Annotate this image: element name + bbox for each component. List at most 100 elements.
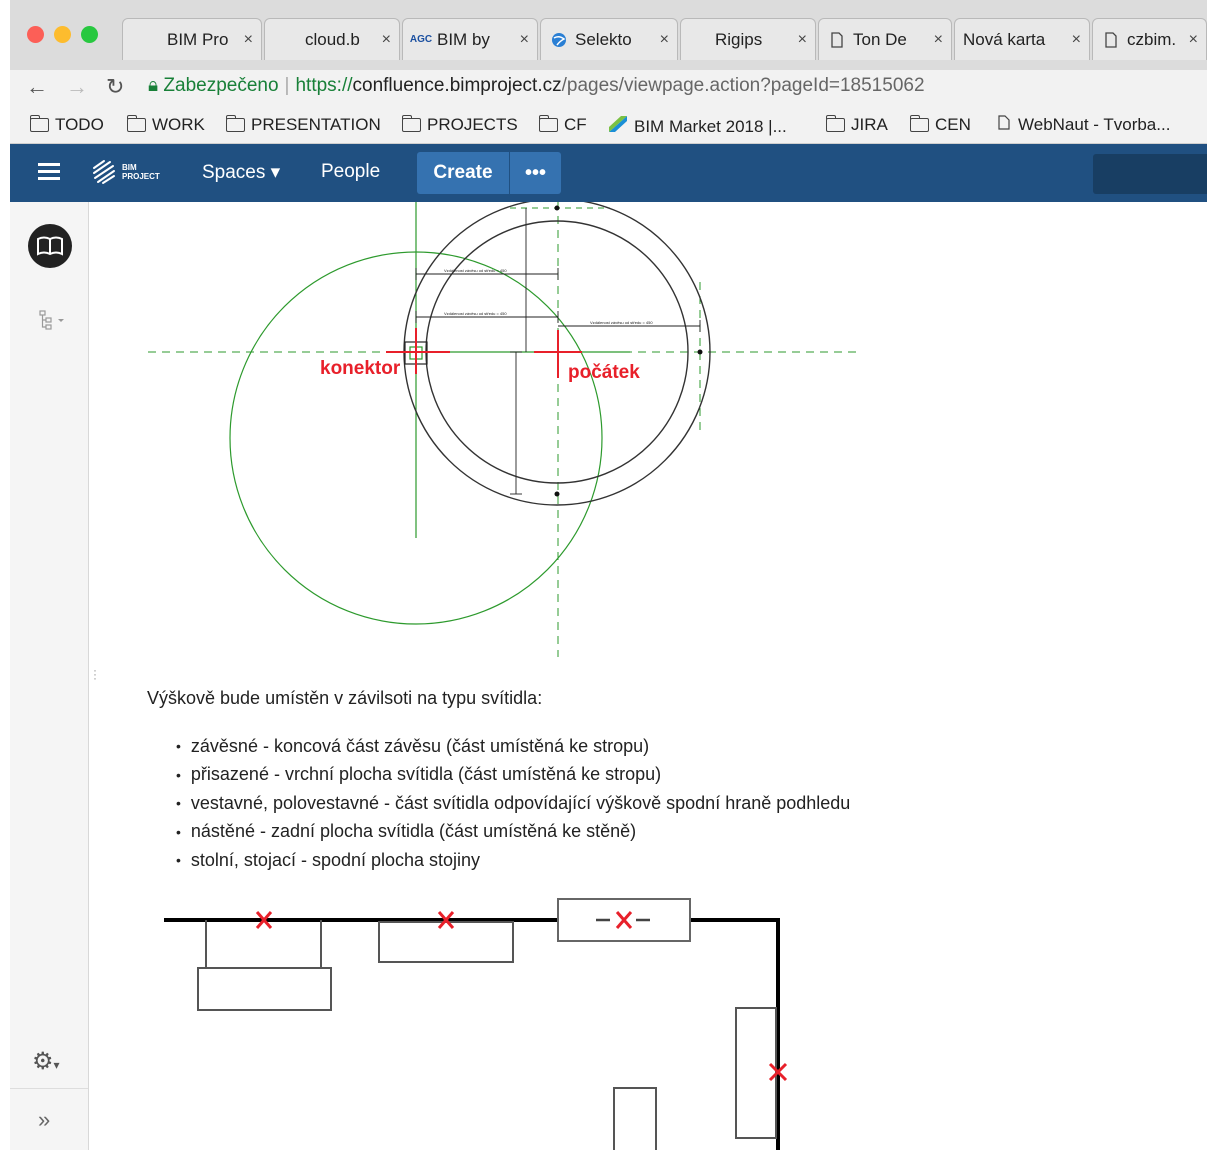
tab-label: Ton De xyxy=(853,29,907,49)
url-host: confluence.bimproject.cz xyxy=(352,75,562,96)
folder-icon xyxy=(126,115,146,132)
tab-label: czbim. xyxy=(1127,29,1177,49)
gear-icon[interactable]: ⚙▾ xyxy=(32,1047,60,1076)
surface-fixture xyxy=(378,921,514,963)
fixture-type-list: závěsné - koncová část závěsu (část umís… xyxy=(176,732,850,875)
tab-selektor[interactable]: Selekto × xyxy=(540,18,678,60)
url-field[interactable]: 🔒︎ Zabezpečeno | https://confluence.bimpro… xyxy=(148,75,925,97)
folder-icon xyxy=(225,115,245,132)
reload-icon[interactable]: ↻ xyxy=(106,74,124,100)
people-link[interactable]: People xyxy=(321,161,380,183)
url-scheme: https:// xyxy=(295,75,353,96)
spaces-menu[interactable]: Spaces ▾ xyxy=(202,161,280,184)
bookmark-label: BIM Market 2018 |... xyxy=(634,116,787,136)
agc-favicon-icon: AGC xyxy=(409,34,433,45)
bookmark-label: JIRA xyxy=(851,115,888,134)
folder-icon xyxy=(29,115,49,132)
document-icon xyxy=(827,31,847,48)
bookmark-label: TODO xyxy=(55,115,104,134)
list-item: přisazené - vrchní plocha svítidla (část… xyxy=(176,761,850,790)
search-input[interactable] xyxy=(1093,154,1207,194)
bookmark-cen[interactable]: CEN xyxy=(909,115,971,135)
reference-x-markers xyxy=(255,911,788,1082)
bookmark-label: PRESENTATION xyxy=(251,115,381,134)
bookmark-presentation[interactable]: PRESENTATION xyxy=(225,115,381,135)
tab-close-icon[interactable]: × xyxy=(520,31,529,49)
bookmark-jira[interactable]: JIRA xyxy=(825,115,888,135)
tab-close-icon[interactable]: × xyxy=(660,31,669,49)
tab-label: Rigips xyxy=(715,29,763,49)
expand-sidebar-icon[interactable]: » xyxy=(38,1107,50,1133)
wall-fixture xyxy=(735,1007,777,1139)
url-path: /pages/viewpage.action?pageId=18515062 xyxy=(561,75,925,96)
bookmark-label: CF xyxy=(564,115,587,134)
tab-strip: BIM Pro × cloud.b × AGC BIM by × Selekto… xyxy=(10,0,1207,70)
bim-project-logo-icon xyxy=(93,160,115,184)
maximize-window-button[interactable] xyxy=(81,26,98,43)
create-button[interactable]: Create xyxy=(417,152,509,194)
back-arrow-icon[interactable]: ← xyxy=(26,74,48,100)
tab-close-icon[interactable]: × xyxy=(1072,31,1081,49)
dimension-labels: Vzdálenost závěsu od středu = 450 Vzdále… xyxy=(444,268,653,325)
bookmark-todo[interactable]: TODO xyxy=(29,115,104,135)
close-window-button[interactable] xyxy=(27,26,44,43)
tab-label: Selekto xyxy=(575,29,632,49)
bookmark-label: WebNaut - Tvorba... xyxy=(1018,115,1171,134)
tab-close-icon[interactable]: × xyxy=(934,31,943,49)
bookmark-label: PROJECTS xyxy=(427,115,518,134)
tab-label: cloud.b xyxy=(305,29,360,49)
svg-text:Vzdálenost závěsu od středu =: Vzdálenost závěsu od středu = 450 xyxy=(444,311,507,316)
minimize-window-button[interactable] xyxy=(54,26,71,43)
svg-text:Vzdálenost závěsu od středu =: Vzdálenost závěsu od středu = 450 xyxy=(590,320,653,325)
tab-close-icon[interactable]: × xyxy=(244,31,253,49)
tab-bim-pro[interactable]: BIM Pro × xyxy=(122,18,262,60)
tab-bim-by[interactable]: AGC BIM by × xyxy=(402,18,538,60)
menu-hamburger-icon[interactable] xyxy=(38,163,60,181)
tab-close-icon[interactable]: × xyxy=(382,31,391,49)
tab-label: Nová karta xyxy=(963,29,1046,49)
mounting-types-diagram xyxy=(164,898,788,1150)
bookmark-work[interactable]: WORK xyxy=(126,115,205,135)
sidebar: ⚙▾ » xyxy=(10,202,89,1150)
tab-cloud[interactable]: cloud.b × xyxy=(264,18,400,60)
tab-czbim[interactable]: czbim. × xyxy=(1092,18,1207,60)
tab-rigips[interactable]: Rigips × xyxy=(680,18,816,60)
browser-window: BIM Pro × cloud.b × AGC BIM by × Selekto… xyxy=(0,0,1207,1150)
origin-label: počátek xyxy=(568,362,640,383)
more-create-options-button[interactable]: ••• xyxy=(510,152,561,194)
tab-close-icon[interactable]: × xyxy=(798,31,807,49)
bookmarks-bar: TODO WORK PRESENTATION PROJECTS CF BIM M… xyxy=(10,106,1207,144)
document-icon xyxy=(1101,31,1121,48)
bim-market-logo-icon xyxy=(608,115,628,138)
list-item: nástěné - zadní plocha svítidla (část um… xyxy=(176,818,850,847)
tab-label: BIM Pro xyxy=(167,29,229,49)
standing-fixture xyxy=(613,1087,657,1150)
bookmark-webnaut[interactable]: WebNaut - Tvorba... xyxy=(998,115,1170,135)
bookmark-label: WORK xyxy=(152,115,205,134)
logo-text-line2: PROJECT xyxy=(122,172,160,181)
lock-icon: 🔒︎ xyxy=(148,75,159,96)
page-tree-icon[interactable] xyxy=(38,310,68,335)
page-content: Vzdálenost závěsu od středu = 450 Vzdále… xyxy=(90,202,1207,1150)
forward-arrow-icon[interactable]: → xyxy=(66,74,88,100)
bim-project-logo[interactable]: BIM PROJECT xyxy=(90,158,160,186)
tab-ton-der[interactable]: Ton De × xyxy=(818,18,952,60)
list-item: závěsné - koncová část závěsu (část umís… xyxy=(176,732,850,761)
pendant-fixture xyxy=(197,920,332,1011)
bookmark-label: CEN xyxy=(935,115,971,134)
tab-nova-karta[interactable]: Nová karta × xyxy=(954,18,1090,60)
bookmark-cf[interactable]: CF xyxy=(538,115,587,135)
globe-icon xyxy=(549,32,569,48)
app-header: BIM PROJECT Spaces ▾ People Create ••• xyxy=(10,144,1207,202)
space-book-icon[interactable] xyxy=(28,224,72,268)
tab-close-icon[interactable]: × xyxy=(1189,31,1198,49)
connector-label: konektor xyxy=(320,358,401,379)
folder-icon xyxy=(538,115,558,132)
document-icon xyxy=(998,115,1010,135)
bookmark-projects[interactable]: PROJECTS xyxy=(401,115,518,135)
sidebar-divider xyxy=(10,1088,88,1089)
secure-label: Zabezpečeno xyxy=(163,75,279,96)
bookmark-bim-market[interactable]: BIM Market 2018 |... xyxy=(608,115,787,138)
address-bar: ← → ↻ 🔒︎ Zabezpečeno | https://confluence.… xyxy=(10,70,1207,106)
height-placement-intro: Výškově bude umístěn v závilsoti na typu… xyxy=(147,688,543,708)
